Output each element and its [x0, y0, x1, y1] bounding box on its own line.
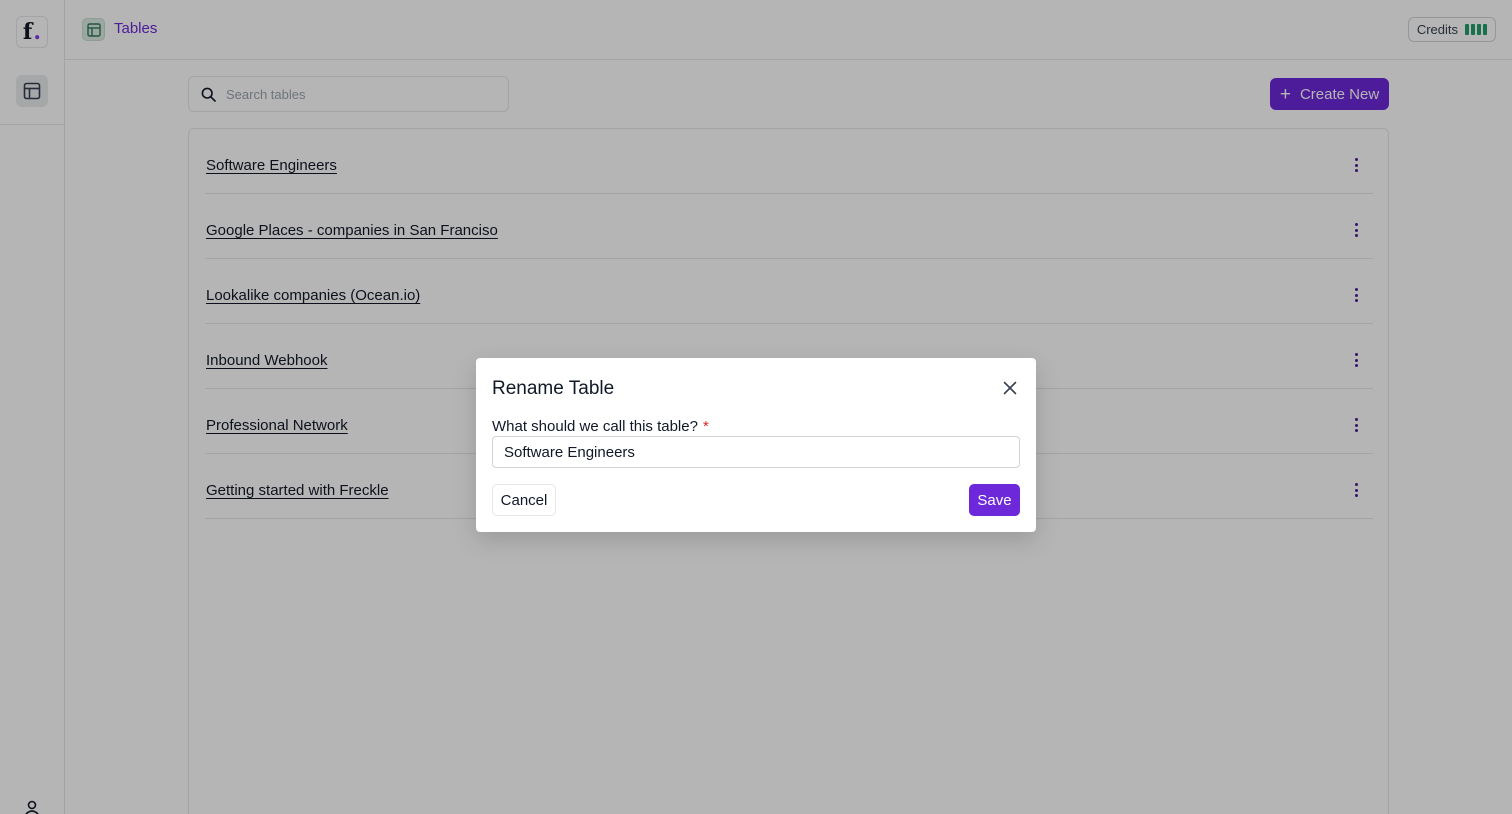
- required-mark: *: [702, 418, 709, 435]
- close-icon[interactable]: [1002, 380, 1018, 396]
- cancel-button[interactable]: Cancel: [492, 484, 556, 516]
- rename-table-dialog: Rename Table What should we call this ta…: [476, 358, 1036, 532]
- save-button[interactable]: Save: [969, 484, 1020, 516]
- dialog-title: Rename Table: [492, 378, 615, 399]
- table-name-input[interactable]: [492, 436, 1020, 468]
- table-name-label: What should we call this table? *: [492, 418, 709, 435]
- table-name-label-text: What should we call this table?: [492, 418, 698, 435]
